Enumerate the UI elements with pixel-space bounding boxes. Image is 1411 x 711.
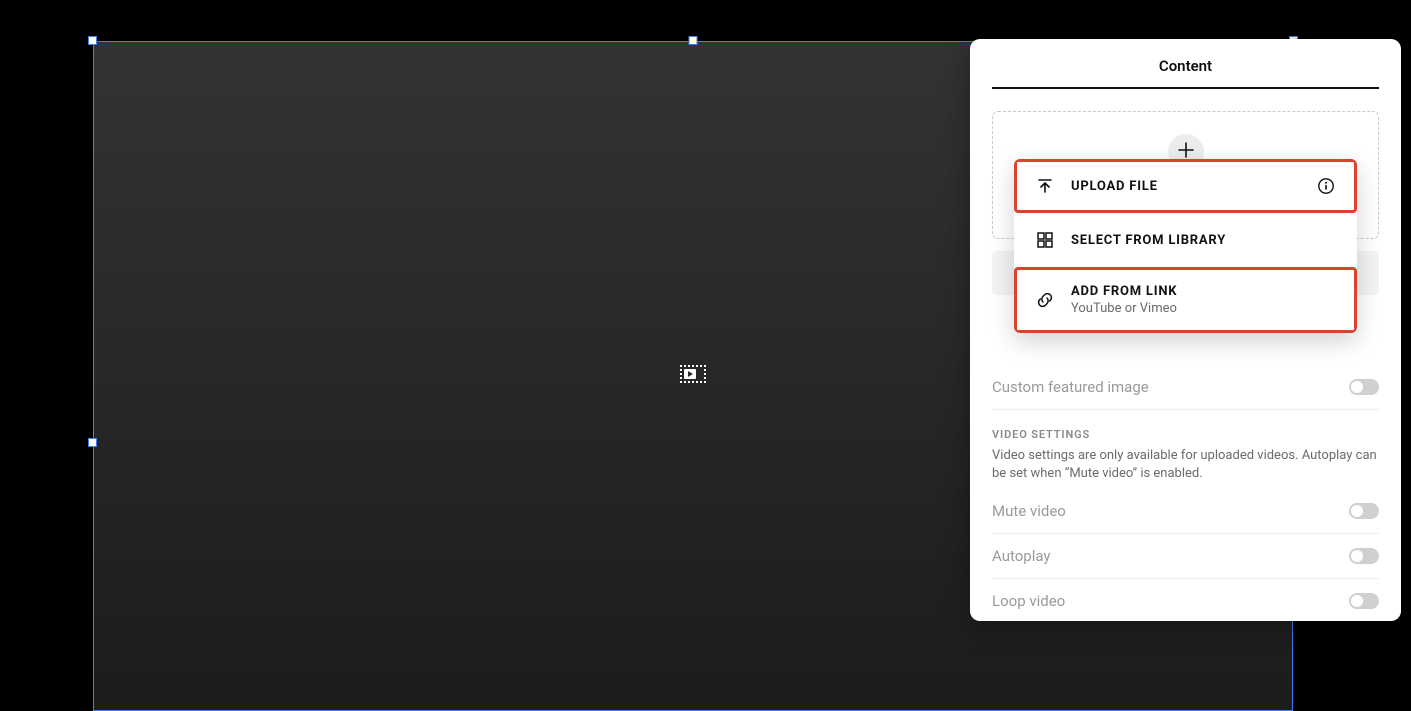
library-grid-icon — [1035, 230, 1055, 250]
row-label: Loop video — [992, 592, 1065, 610]
toggle-custom-featured-image[interactable] — [1349, 379, 1379, 395]
info-icon[interactable] — [1316, 176, 1336, 196]
menu-item-add-from-link[interactable]: ADD FROM LINK YouTube or Vimeo — [1014, 267, 1357, 333]
row-label: Custom featured image — [992, 378, 1149, 396]
row-label: Autoplay — [992, 547, 1051, 565]
row-label: Mute video — [992, 502, 1066, 520]
toggle-mute-video[interactable] — [1349, 503, 1379, 519]
row-loop-video: Loop video — [992, 578, 1379, 621]
menu-item-select-from-library[interactable]: SELECT FROM LIBRARY — [1014, 213, 1357, 267]
menu-item-sublabel: YouTube or Vimeo — [1071, 301, 1336, 316]
content-panel: Content UPLOAD FILE — [970, 39, 1401, 621]
link-icon — [1035, 290, 1055, 310]
menu-item-upload-file[interactable]: UPLOAD FILE — [1014, 159, 1357, 213]
section-desc-video-settings: Video settings are only available for up… — [992, 447, 1379, 483]
row-autoplay: Autoplay — [992, 533, 1379, 578]
tab-content[interactable]: Content — [992, 57, 1379, 89]
row-custom-featured-image: Custom featured image — [992, 365, 1379, 409]
toggle-loop-video[interactable] — [1349, 593, 1379, 609]
section-title-video-settings: VIDEO SETTINGS — [992, 428, 1379, 441]
add-video-menu: UPLOAD FILE SELECT FROM LIBRARY ADD FROM… — [1014, 159, 1357, 333]
toggle-autoplay[interactable] — [1349, 548, 1379, 564]
video-placeholder-icon — [680, 365, 706, 387]
resize-handle-top-middle[interactable] — [689, 36, 698, 45]
resize-handle-top-left[interactable] — [88, 36, 97, 45]
upload-icon — [1035, 176, 1055, 196]
row-mute-video: Mute video — [992, 489, 1379, 533]
menu-item-label: ADD FROM LINK — [1071, 284, 1336, 299]
resize-handle-middle-left[interactable] — [88, 438, 97, 447]
menu-item-label: UPLOAD FILE — [1071, 179, 1300, 194]
menu-item-label: SELECT FROM LIBRARY — [1071, 233, 1336, 248]
